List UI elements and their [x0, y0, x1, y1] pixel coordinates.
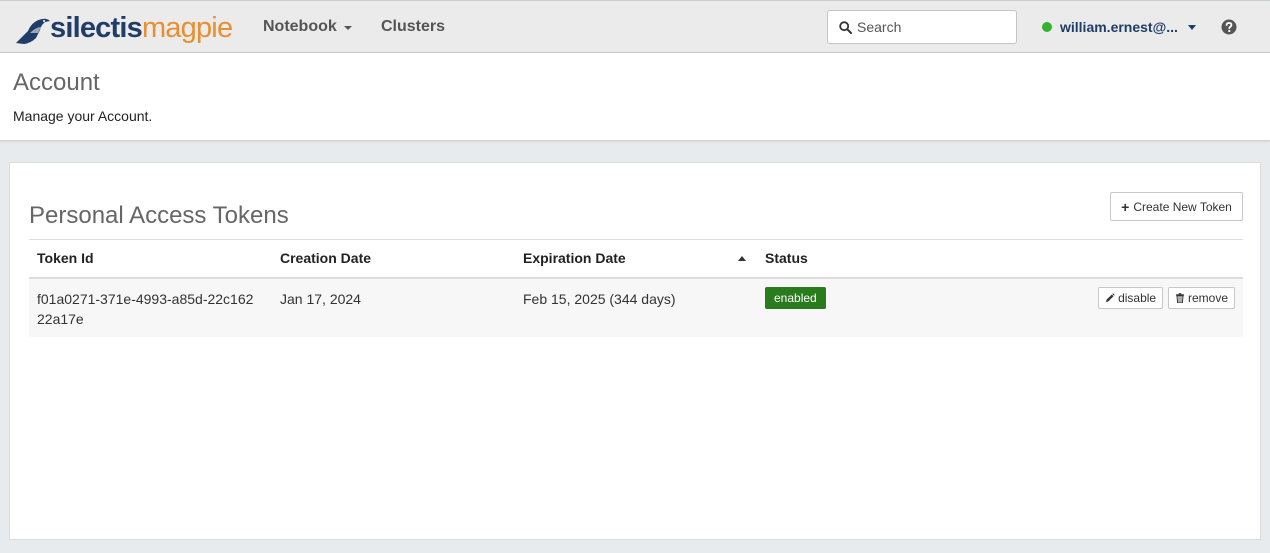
disable-label: disable	[1118, 290, 1157, 305]
brand-logo[interactable]: silectismagpie	[14, 7, 233, 47]
user-menu[interactable]: william.ernest@...	[1042, 19, 1196, 35]
create-new-token-label: Create New Token	[1133, 199, 1232, 214]
user-name: william.ernest@...	[1060, 19, 1178, 35]
column-header-creation-date[interactable]: Creation Date	[272, 239, 515, 279]
expiration-date-cell: Feb 15, 2025 (344 days)	[515, 277, 757, 337]
pencil-icon	[1106, 292, 1115, 302]
help-icon[interactable]	[1221, 19, 1237, 35]
remove-token-button[interactable]: remove	[1167, 286, 1235, 309]
actions-cell: disable remove	[907, 277, 1243, 337]
status-badge: enabled	[765, 286, 826, 309]
top-navbar: silectismagpie Notebook Clusters william…	[0, 0, 1270, 53]
page-title: Account	[13, 69, 100, 96]
nav-clusters-label: Clusters	[381, 18, 446, 35]
tokens-table: Token Id Creation Date Expiration Date S…	[29, 239, 1243, 337]
creation-date-cell: Jan 17, 2024	[272, 277, 515, 337]
page-subtitle: Manage your Account.	[13, 108, 153, 124]
column-header-status[interactable]: Status	[757, 239, 907, 279]
search-input[interactable]	[857, 19, 1007, 35]
trash-icon	[1175, 292, 1184, 303]
panel-title: Personal Access Tokens	[29, 202, 289, 229]
search-box[interactable]	[827, 10, 1017, 44]
column-header-actions	[907, 239, 1243, 279]
table-header-row: Token Id Creation Date Expiration Date S…	[29, 239, 1243, 279]
plus-icon: +	[1121, 198, 1130, 215]
remove-label: remove	[1187, 290, 1228, 305]
chevron-down-icon	[1187, 25, 1196, 30]
column-header-expiration-date[interactable]: Expiration Date	[515, 239, 757, 279]
disable-token-button[interactable]: disable	[1098, 286, 1164, 309]
column-header-expiration-date-label: Expiration Date	[523, 250, 626, 267]
nav-notebook-dropdown[interactable]: Notebook	[263, 18, 352, 36]
chevron-down-icon	[343, 26, 352, 30]
token-id-line1: f01a0271-371e-4993-a85d-22c162	[37, 290, 254, 307]
tokens-panel: Personal Access Tokens + Create New Toke…	[9, 162, 1261, 540]
token-id-cell: f01a0271-371e-4993-a85d-22c162 22a17e	[29, 277, 272, 337]
sort-ascending-icon	[738, 255, 746, 261]
column-header-token-id[interactable]: Token Id	[29, 239, 272, 279]
create-new-token-button[interactable]: + Create New Token	[1110, 192, 1243, 221]
table-row: f01a0271-371e-4993-a85d-22c162 22a17e Ja…	[29, 277, 1243, 337]
magpie-bird-icon	[16, 18, 50, 44]
search-icon	[839, 20, 852, 34]
brand-wordmark: silectismagpie	[50, 12, 233, 44]
online-status-dot	[1042, 22, 1052, 32]
page-header: Account Manage your Account.	[0, 53, 1270, 141]
status-cell: enabled	[757, 277, 907, 337]
nav-notebook-label: Notebook	[263, 18, 337, 35]
token-id-line2: 22a17e	[37, 310, 84, 327]
nav-clusters-link[interactable]: Clusters	[381, 18, 445, 36]
